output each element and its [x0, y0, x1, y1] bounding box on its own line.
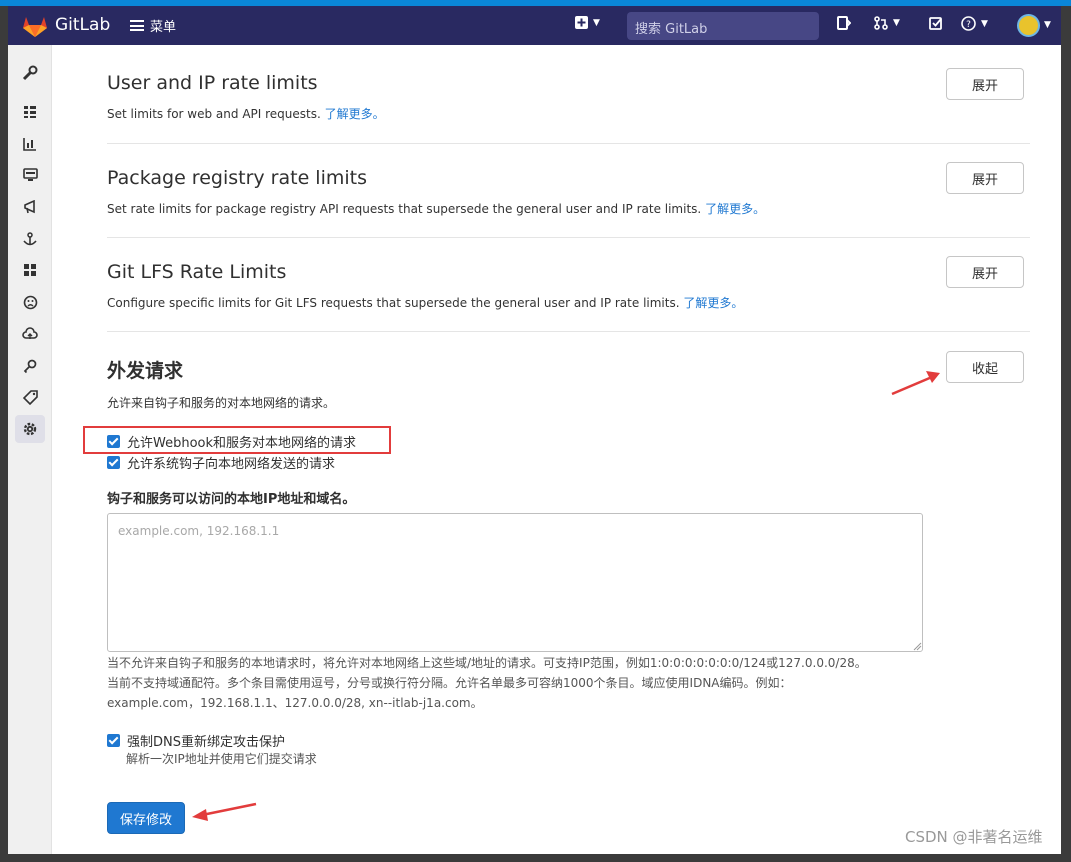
- package-registry-rate-limits-section: Package registry rate limits Set rate li…: [107, 167, 1030, 217]
- learn-more-link[interactable]: 了解更多。: [325, 107, 385, 121]
- divider: [107, 331, 1030, 332]
- credentials-key-icon[interactable]: [15, 352, 45, 380]
- chevron-down-icon: ▼: [593, 17, 600, 28]
- checkbox-label: 强制DNS重新绑定攻击保护: [127, 735, 285, 750]
- annotation-arrow-icon: [192, 802, 257, 821]
- collapse-button[interactable]: 收起: [946, 351, 1024, 383]
- watermark: CSDN @非著名运维: [905, 828, 1043, 846]
- top-navbar: GitLab 菜单 ▼ 搜索 GitLab ▼ ? ▼ ▼: [8, 6, 1061, 45]
- allow-system-hooks-local-requests-checkbox[interactable]: 允许系统钩子向本地网络发送的请求: [107, 453, 335, 472]
- learn-more-link[interactable]: 了解更多。: [683, 296, 743, 310]
- brand-name[interactable]: GitLab: [55, 15, 110, 35]
- help-dropdown[interactable]: ? ▼: [961, 16, 988, 31]
- messages-megaphone-icon[interactable]: [15, 193, 45, 221]
- learn-more-link[interactable]: 了解更多。: [705, 202, 765, 216]
- dns-help-text: 解析一次IP地址并使用它们提交请求: [126, 752, 317, 766]
- svg-text:?: ?: [966, 20, 971, 30]
- expand-button[interactable]: 展开: [946, 162, 1024, 194]
- divider: [107, 143, 1030, 144]
- section-title: Package registry rate limits: [107, 167, 367, 189]
- checkbox-checked[interactable]: [107, 734, 120, 747]
- resize-handle-icon[interactable]: [913, 642, 922, 651]
- gitlab-logo-icon[interactable]: [22, 14, 48, 38]
- menu-button[interactable]: 菜单: [130, 16, 176, 35]
- search-input[interactable]: 搜索 GitLab: [627, 12, 819, 40]
- expand-button[interactable]: 展开: [946, 256, 1024, 288]
- question-icon: ?: [961, 16, 976, 31]
- monitoring-icon[interactable]: [15, 161, 45, 189]
- section-description: Set limits for web and API requests. 了解更…: [107, 107, 385, 121]
- annotation-highlight-box: [83, 426, 391, 454]
- section-title: User and IP rate limits: [107, 72, 318, 94]
- analytics-icon[interactable]: [15, 130, 45, 158]
- section-description: Configure specific limits for Git LFS re…: [107, 296, 744, 310]
- checkbox-checked[interactable]: [107, 456, 120, 469]
- todo-icon[interactable]: [929, 16, 943, 30]
- hamburger-icon: [130, 20, 144, 31]
- deploy-keys-cloud-icon[interactable]: [15, 320, 45, 348]
- local-allowlist-textarea[interactable]: example.com, 192.168.1.1: [107, 513, 923, 652]
- browser-viewport: GitLab 菜单 ▼ 搜索 GitLab ▼ ? ▼ ▼ User and I…: [8, 6, 1061, 854]
- admin-sidebar: [8, 45, 52, 854]
- dns-rebinding-protection-checkbox[interactable]: 强制DNS重新绑定攻击保护: [107, 731, 285, 750]
- user-ip-rate-limits-section: User and IP rate limits Set limits for w…: [107, 72, 1030, 122]
- settings-gear-icon[interactable]: [15, 415, 45, 443]
- expand-button[interactable]: 展开: [946, 68, 1024, 100]
- overview-icon[interactable]: [15, 98, 45, 126]
- plus-square-icon: [575, 16, 588, 29]
- checkbox-label: 允许系统钩子向本地网络发送的请求: [127, 457, 336, 472]
- git-lfs-rate-limits-section: Git LFS Rate Limits Configure specific l…: [107, 261, 1030, 311]
- new-item-dropdown[interactable]: ▼: [575, 16, 600, 29]
- chevron-down-icon: ▼: [981, 18, 988, 29]
- menu-label: 菜单: [150, 20, 177, 35]
- merge-requests-dropdown[interactable]: ▼: [874, 16, 900, 30]
- section-title: Git LFS Rate Limits: [107, 261, 287, 283]
- save-changes-button[interactable]: 保存修改: [107, 802, 185, 834]
- annotation-arrow-icon: [891, 371, 940, 396]
- labels-tag-icon[interactable]: [15, 383, 45, 411]
- issues-icon[interactable]: [837, 16, 851, 30]
- abuse-reports-icon[interactable]: [15, 288, 45, 316]
- allowlist-help-text: 当不允许来自钩子和服务的本地请求时，将允许对本地网络上这些域/地址的请求。可支持…: [107, 656, 867, 710]
- divider: [107, 237, 1030, 238]
- applications-grid-icon[interactable]: [15, 256, 45, 284]
- chevron-down-icon[interactable]: ▼: [1044, 20, 1051, 30]
- section-description: Set rate limits for package registry API…: [107, 202, 766, 216]
- merge-request-icon: [874, 16, 888, 30]
- chevron-down-icon: ▼: [893, 18, 900, 28]
- hooks-anchor-icon[interactable]: [15, 225, 45, 253]
- allowlist-field-label: 钩子和服务可以访问的本地IP地址和域名。: [107, 492, 356, 507]
- wrench-icon[interactable]: [15, 59, 45, 87]
- user-avatar[interactable]: [1017, 14, 1040, 37]
